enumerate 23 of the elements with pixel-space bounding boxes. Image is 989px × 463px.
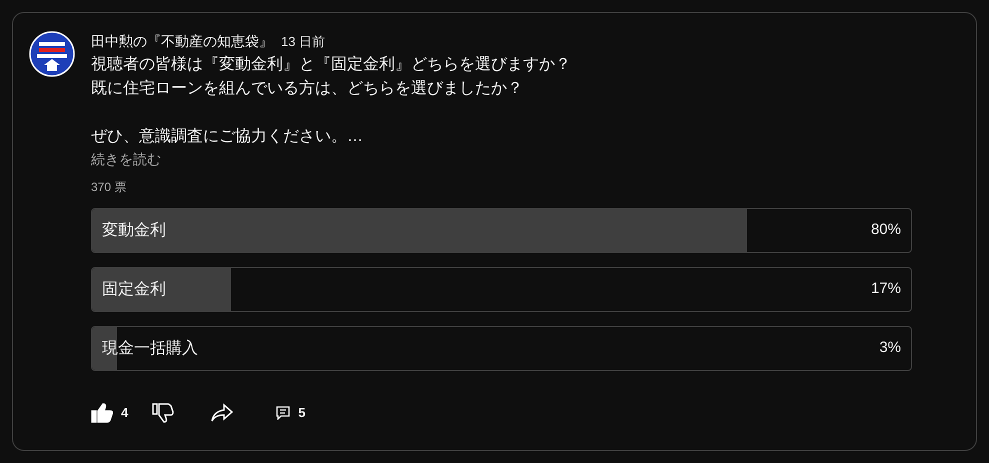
option-label: 固定金利 — [102, 280, 166, 300]
vote-count: 370 票 — [91, 179, 128, 196]
like-button[interactable]: 4 — [91, 403, 128, 423]
post-text: ぜひ、意識調査にご協力ください。… — [91, 126, 364, 147]
thumbs-up-icon — [91, 403, 113, 423]
share-icon[interactable] — [210, 403, 234, 423]
poll-option[interactable]: 変動金利 80% — [91, 208, 912, 253]
post-time[interactable]: 13 日前 — [281, 32, 326, 52]
poll-option[interactable]: 現金一括購入 3% — [91, 326, 912, 371]
comment-icon — [276, 406, 290, 420]
option-label: 現金一括購入 — [102, 338, 198, 358]
post-text: 既に住宅ローンを組んでいる方は、どちらを選びましたか？ — [91, 78, 524, 99]
channel-name[interactable]: 田中勲の『不動産の知恵袋』 — [91, 31, 273, 52]
option-percent: 80% — [870, 220, 901, 240]
option-percent: 17% — [870, 279, 901, 300]
read-more-link[interactable]: 続きを読む — [91, 149, 161, 170]
channel-avatar — [29, 31, 75, 77]
poll-option[interactable]: 固定金利 17% — [91, 267, 912, 312]
option-label: 変動金利 — [102, 220, 166, 240]
option-percent: 3% — [879, 338, 901, 358]
post-text: 視聴者の皆様は『変動金利』と『固定金利』どちらを選びますか？ — [91, 54, 572, 75]
thumbs-down-icon[interactable] — [152, 403, 174, 423]
comments-button[interactable]: 5 — [276, 403, 306, 423]
